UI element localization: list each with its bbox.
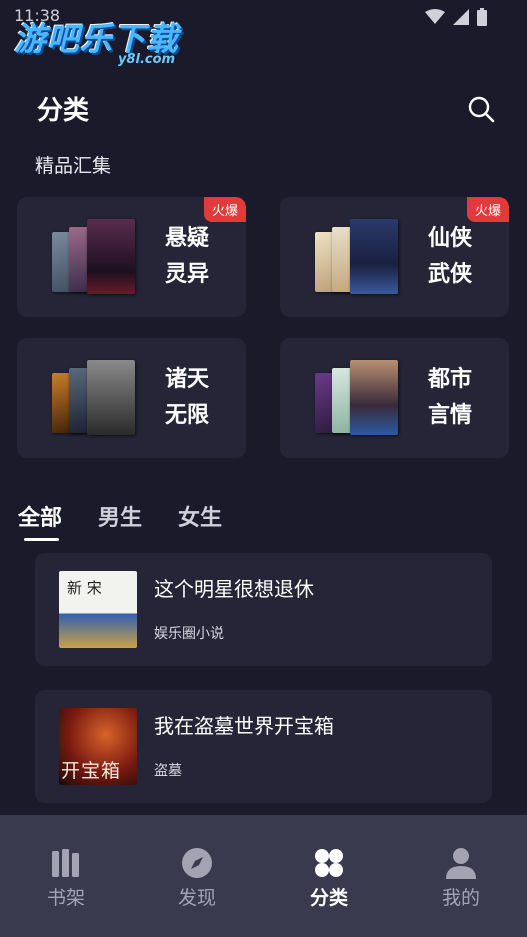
book-category: 盗墓 bbox=[154, 763, 182, 779]
nav-discover[interactable]: 发现 bbox=[152, 845, 242, 910]
hot-badge: 火爆 bbox=[203, 197, 246, 222]
status-icons bbox=[425, 8, 487, 26]
user-icon bbox=[446, 848, 476, 879]
book-category: 娱乐圈小说 bbox=[154, 626, 224, 642]
category-name: 仙侠 武侠 bbox=[428, 226, 473, 287]
signal-icon bbox=[453, 9, 469, 25]
nav-category[interactable]: 分类 bbox=[284, 845, 374, 910]
watermark-logo: 游吧乐下载 y8l.com bbox=[14, 14, 179, 67]
category-card-suspense[interactable]: 悬疑 灵异 火爆 bbox=[17, 197, 246, 317]
nav-label: 发现 bbox=[177, 887, 216, 909]
hot-badge: 火爆 bbox=[466, 197, 509, 222]
nav-label: 分类 bbox=[309, 887, 348, 909]
book-title: 这个明星很想退休 bbox=[154, 577, 314, 601]
list-item[interactable]: 开宝箱 我在盗墓世界开宝箱 盗墓 bbox=[35, 690, 492, 803]
tab-male[interactable]: 男生 bbox=[98, 500, 142, 532]
book-cover: 新 宋 bbox=[59, 571, 137, 648]
category-name: 悬疑 灵异 bbox=[165, 226, 210, 287]
battery-icon bbox=[477, 8, 487, 26]
featured-section-title: 精品汇集 bbox=[35, 155, 112, 177]
category-card-xianxia[interactable]: 仙侠 武侠 火爆 bbox=[280, 197, 509, 317]
nav-label: 书架 bbox=[46, 887, 85, 909]
category-name: 诸天 无限 bbox=[165, 367, 210, 428]
book-cover bbox=[87, 360, 135, 435]
book-cover: 开宝箱 bbox=[59, 708, 137, 785]
book-cover bbox=[87, 219, 135, 294]
cover-title: 新 宋 bbox=[67, 579, 102, 597]
nav-label: 我的 bbox=[441, 887, 480, 909]
compass-icon bbox=[182, 848, 212, 878]
page-title: 分类 bbox=[37, 96, 90, 126]
book-title: 我在盗墓世界开宝箱 bbox=[154, 714, 334, 738]
tab-female[interactable]: 女生 bbox=[178, 500, 222, 532]
bookshelf-icon bbox=[52, 849, 79, 877]
tab-all[interactable]: 全部 bbox=[18, 500, 62, 532]
category-card-infinite[interactable]: 诸天 无限 bbox=[17, 338, 246, 458]
nav-bookshelf[interactable]: 书架 bbox=[21, 845, 111, 910]
wifi-icon bbox=[425, 9, 445, 24]
category-card-urban[interactable]: 都市 言情 bbox=[280, 338, 509, 458]
list-item[interactable]: 新 宋 这个明星很想退休 娱乐圈小说 bbox=[35, 553, 492, 666]
watermark-sub-text: y8l.com bbox=[118, 52, 176, 67]
cover-title: 开宝箱 bbox=[61, 760, 122, 782]
search-icon bbox=[468, 96, 495, 123]
category-name: 都市 言情 bbox=[428, 367, 473, 428]
bottom-navigation: 书架 发现 分类 我的 bbox=[0, 815, 527, 937]
nav-profile[interactable]: 我的 bbox=[416, 845, 506, 910]
gender-tabs: 全部 男生 女生 bbox=[18, 500, 222, 532]
book-cover bbox=[350, 360, 398, 435]
book-cover bbox=[350, 219, 398, 294]
active-tab-indicator bbox=[24, 538, 59, 541]
grid-icon bbox=[315, 849, 343, 877]
search-button[interactable] bbox=[466, 94, 496, 124]
